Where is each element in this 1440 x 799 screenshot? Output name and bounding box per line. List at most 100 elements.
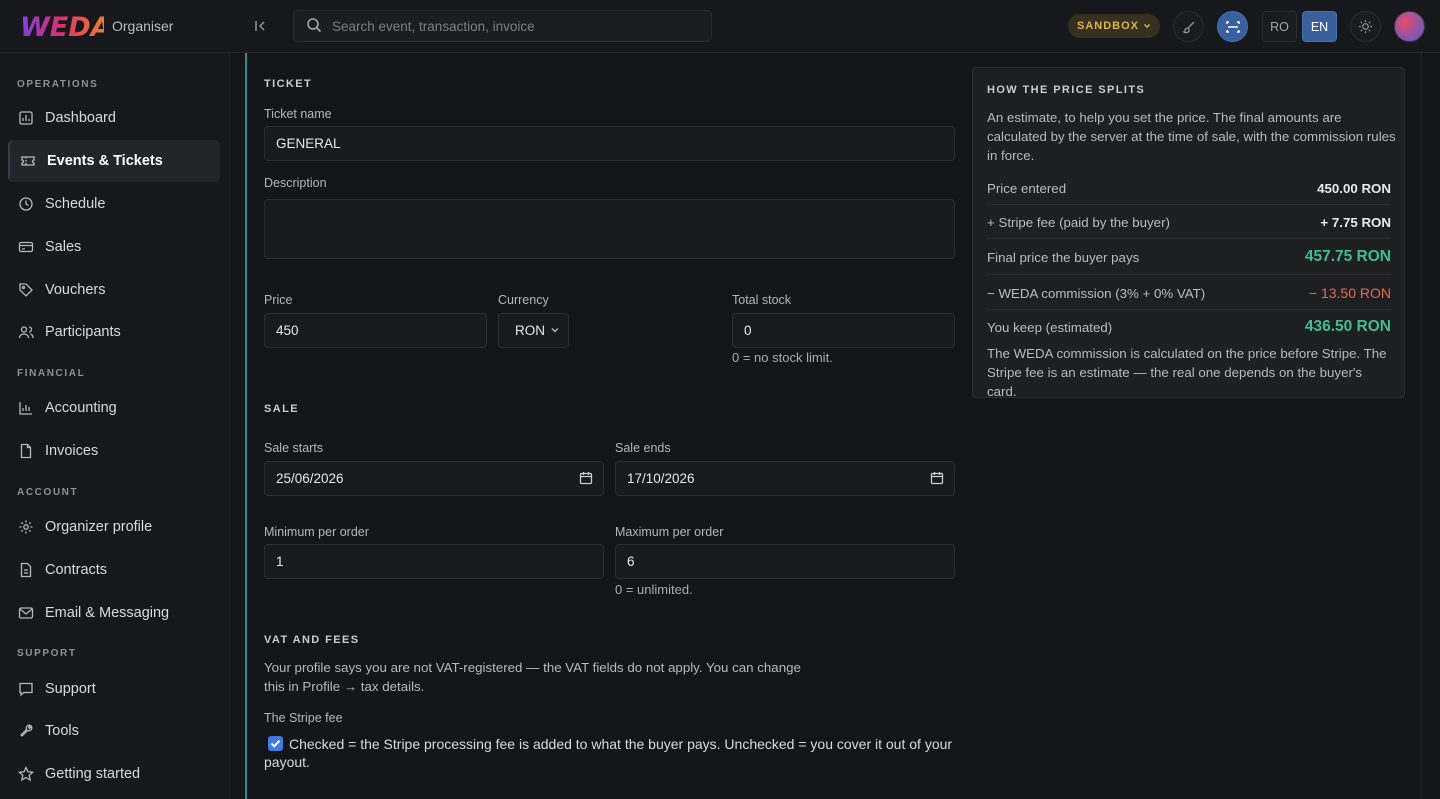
description-label: Description bbox=[264, 176, 327, 190]
language-ro-button[interactable]: RO bbox=[1262, 11, 1297, 42]
stripe-fee-option: Checked = the Stripe processing fee is a… bbox=[264, 735, 964, 771]
section-operations-label: OPERATIONS bbox=[17, 79, 99, 90]
minimum-per-order-input[interactable] bbox=[264, 544, 604, 579]
document-icon bbox=[17, 561, 35, 579]
svg-text:WEDA: WEDA bbox=[20, 12, 104, 40]
total-stock-input[interactable] bbox=[732, 313, 955, 348]
sidebar-item-tools[interactable]: Tools bbox=[8, 710, 220, 752]
total-stock-label: Total stock bbox=[732, 293, 792, 307]
split-row-commission: − WEDA commission (3% + 0% VAT) − 13.50 … bbox=[987, 285, 1391, 310]
language-en-button[interactable]: EN bbox=[1302, 11, 1337, 42]
sidebar-item-label: Events & Tickets bbox=[47, 153, 163, 169]
split-row-value: 457.75 RON bbox=[1304, 248, 1391, 265]
split-row-label: Price entered bbox=[987, 181, 1067, 196]
gear-icon bbox=[17, 518, 35, 536]
calendar-icon[interactable] bbox=[930, 471, 944, 485]
users-icon bbox=[17, 323, 35, 341]
sale-ends-date-input[interactable]: 17/10/2026 bbox=[615, 461, 955, 496]
split-row-final-price: Final price the buyer pays 457.75 RON bbox=[987, 248, 1391, 275]
max-hint: 0 = unlimited. bbox=[615, 582, 693, 597]
card-icon bbox=[17, 238, 35, 256]
currency-label: Currency bbox=[498, 293, 549, 307]
clock-icon bbox=[17, 195, 35, 213]
split-row-label: Final price the buyer pays bbox=[987, 249, 1140, 265]
search-icon bbox=[306, 17, 322, 36]
wrench-icon bbox=[17, 722, 35, 740]
chart-icon bbox=[17, 399, 35, 417]
chat-icon bbox=[17, 680, 35, 698]
price-split-title: HOW THE PRICE SPLITS bbox=[987, 84, 1146, 96]
minimum-per-order-label: Minimum per order bbox=[264, 525, 369, 539]
split-row-you-keep: You keep (estimated) 436.50 RON bbox=[987, 318, 1391, 336]
top-bar: WEDA Organiser SANDBOX RO EN bbox=[0, 0, 1440, 53]
sale-ends-label: Sale ends bbox=[615, 441, 671, 455]
sidebar-item-support[interactable]: Support bbox=[8, 668, 220, 710]
sidebar-item-label: Email & Messaging bbox=[45, 605, 170, 621]
sidebar-item-contracts[interactable]: Contracts bbox=[8, 549, 220, 591]
calendar-icon[interactable] bbox=[579, 471, 593, 485]
check-icon bbox=[270, 740, 281, 748]
currency-value: RON bbox=[515, 323, 545, 338]
scan-button[interactable] bbox=[1217, 11, 1248, 42]
sale-starts-date-input[interactable]: 25/06/2026 bbox=[264, 461, 604, 496]
stripe-fee-description: Checked = the Stripe processing fee is a… bbox=[264, 736, 953, 770]
scan-icon bbox=[1225, 20, 1240, 33]
stripe-fee-label: The Stripe fee bbox=[264, 711, 343, 725]
sidebar-item-label: Getting started bbox=[45, 766, 141, 782]
ticket-name-input[interactable] bbox=[264, 126, 955, 161]
price-label: Price bbox=[264, 293, 293, 307]
stock-hint: 0 = no stock limit. bbox=[732, 350, 833, 365]
sidebar-item-events-tickets[interactable]: Events & Tickets bbox=[8, 140, 220, 182]
user-avatar[interactable] bbox=[1394, 11, 1425, 42]
currency-select[interactable]: RON bbox=[498, 313, 569, 348]
split-row-label: − WEDA commission (3% + 0% VAT) bbox=[987, 285, 1206, 301]
sidebar-item-dashboard[interactable]: Dashboard bbox=[8, 97, 220, 139]
sidebar-item-schedule[interactable]: Schedule bbox=[8, 183, 220, 225]
sidebar-item-label: Tools bbox=[45, 723, 79, 739]
chevron-down-icon bbox=[1143, 23, 1151, 29]
brush-icon bbox=[1181, 21, 1194, 33]
sidebar-item-vouchers[interactable]: Vouchers bbox=[8, 269, 220, 311]
sidebar-item-label: Organizer profile bbox=[45, 519, 153, 535]
description-textarea[interactable] bbox=[264, 199, 955, 259]
split-row-label: You keep (estimated) bbox=[987, 319, 1113, 335]
sidebar: OPERATIONS Dashboard Events & Tickets Sc… bbox=[0, 53, 230, 799]
tag-icon bbox=[17, 281, 35, 299]
search-input[interactable] bbox=[332, 18, 692, 34]
sidebar-item-accounting[interactable]: Accounting bbox=[8, 387, 220, 429]
org-label: Organiser bbox=[112, 18, 174, 34]
maximum-per-order-input[interactable] bbox=[615, 544, 955, 579]
sidebar-item-label: Accounting bbox=[45, 400, 117, 416]
sidebar-item-participants[interactable]: Participants bbox=[8, 311, 220, 353]
sidebar-item-getting-started[interactable]: Getting started bbox=[8, 753, 220, 795]
theme-brush-button[interactable] bbox=[1173, 11, 1204, 42]
theme-toggle-button[interactable] bbox=[1350, 11, 1381, 42]
search-box[interactable] bbox=[293, 10, 712, 42]
stripe-fee-checkbox[interactable] bbox=[268, 736, 283, 751]
maximum-per-order-label: Maximum per order bbox=[615, 525, 724, 539]
sidebar-item-organizer-profile[interactable]: Organizer profile bbox=[8, 506, 220, 548]
sale-section-title: SALE bbox=[264, 403, 299, 415]
split-row-value: − 13.50 RON bbox=[1308, 285, 1391, 301]
split-row-value: 436.50 RON bbox=[1304, 318, 1391, 335]
collapse-sidebar-icon[interactable] bbox=[250, 16, 270, 36]
section-financial-label: FINANCIAL bbox=[17, 368, 86, 379]
sidebar-item-label: Sales bbox=[45, 239, 82, 255]
weda-logo[interactable]: WEDA bbox=[20, 11, 104, 41]
dashboard-icon bbox=[17, 109, 35, 127]
file-icon bbox=[17, 442, 35, 460]
sidebar-item-sales[interactable]: Sales bbox=[8, 226, 220, 268]
scrollbar[interactable] bbox=[1421, 53, 1440, 799]
split-row-value: 450.00 RON bbox=[1317, 181, 1391, 196]
sale-starts-value: 25/06/2026 bbox=[276, 471, 344, 486]
content-accent-line bbox=[245, 53, 247, 799]
price-input[interactable] bbox=[264, 313, 487, 348]
sidebar-item-email-messaging[interactable]: Email & Messaging bbox=[8, 592, 220, 634]
split-row-label: + Stripe fee (paid by the buyer) bbox=[987, 215, 1170, 230]
price-split-note: The WEDA commission is calculated on the… bbox=[987, 346, 1387, 399]
environment-badge[interactable]: SANDBOX bbox=[1068, 14, 1160, 38]
environment-label: SANDBOX bbox=[1076, 20, 1139, 32]
sidebar-item-label: Participants bbox=[45, 324, 121, 340]
sidebar-item-invoices[interactable]: Invoices bbox=[8, 430, 220, 472]
sale-ends-value: 17/10/2026 bbox=[627, 471, 695, 486]
